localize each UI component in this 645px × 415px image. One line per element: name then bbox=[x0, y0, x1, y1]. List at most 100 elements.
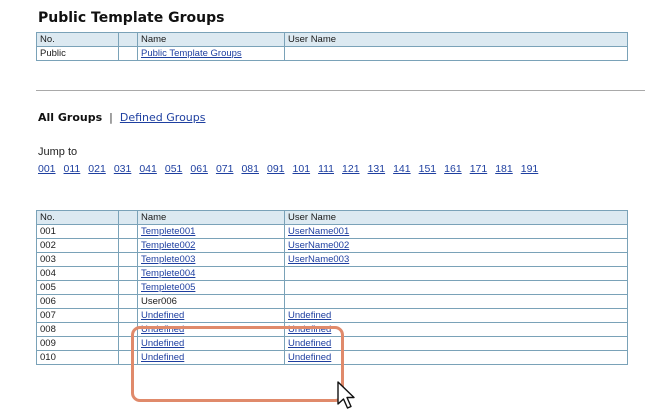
cell-blank bbox=[118, 46, 138, 61]
cell-no: Public bbox=[36, 46, 119, 61]
cell-name: Templete001 bbox=[137, 224, 285, 239]
jump-link[interactable]: 041 bbox=[139, 163, 157, 175]
cell-blank bbox=[118, 266, 138, 281]
jump-link[interactable]: 061 bbox=[190, 163, 208, 175]
group-name-link[interactable]: Undefined bbox=[141, 324, 184, 335]
cell-user: Undefined bbox=[284, 322, 628, 337]
table-header-row: No. Name User Name bbox=[36, 210, 628, 225]
col-header-name: Name bbox=[137, 32, 285, 47]
table-row: 008 Undefined Undefined bbox=[36, 322, 628, 337]
jump-link[interactable]: 141 bbox=[393, 163, 411, 175]
tab-defined-groups[interactable]: Defined Groups bbox=[120, 111, 206, 124]
col-header-no: No. bbox=[36, 210, 119, 225]
table-row: 001 Templete001 UserName001 bbox=[36, 224, 628, 239]
cell-user bbox=[284, 280, 628, 295]
cell-blank bbox=[118, 294, 138, 309]
jump-links: 001 011 021 031 041 051 061 071 081 091 101 111 121 1… bbox=[38, 163, 546, 175]
jump-link[interactable]: 071 bbox=[216, 163, 234, 175]
cell-user: Undefined bbox=[284, 308, 628, 323]
table-row: 005 Templete005 bbox=[36, 280, 628, 295]
user-name-link[interactable]: UserName001 bbox=[288, 226, 349, 237]
tab-all-groups[interactable]: All Groups bbox=[38, 111, 102, 124]
cell-user: Undefined bbox=[284, 350, 628, 365]
user-name-link[interactable]: UserName003 bbox=[288, 254, 349, 265]
cell-blank bbox=[118, 252, 138, 267]
cell-name: Undefined bbox=[137, 336, 285, 351]
cell-name: Templete004 bbox=[137, 266, 285, 281]
jump-link[interactable]: 091 bbox=[267, 163, 285, 175]
cell-no: 010 bbox=[36, 350, 119, 365]
cell-blank bbox=[118, 350, 138, 365]
group-name-link[interactable]: Templete003 bbox=[141, 254, 195, 265]
jump-link[interactable]: 181 bbox=[495, 163, 513, 175]
user-name-link[interactable]: Undefined bbox=[288, 338, 331, 349]
cell-no: 004 bbox=[36, 266, 119, 281]
jump-link[interactable]: 081 bbox=[241, 163, 259, 175]
col-header-blank bbox=[118, 210, 138, 225]
cell-name: Templete002 bbox=[137, 238, 285, 253]
group-name-text: User006 bbox=[141, 295, 177, 307]
jump-link[interactable]: 161 bbox=[444, 163, 462, 175]
jump-link[interactable]: 051 bbox=[165, 163, 183, 175]
user-name-link[interactable]: Undefined bbox=[288, 310, 331, 321]
jump-link[interactable]: 151 bbox=[419, 163, 437, 175]
jump-link[interactable]: 121 bbox=[342, 163, 360, 175]
cell-name: Undefined bbox=[137, 308, 285, 323]
cell-name: Templete005 bbox=[137, 280, 285, 295]
jump-link[interactable]: 101 bbox=[293, 163, 311, 175]
table-row: 003 Templete003 UserName003 bbox=[36, 252, 628, 267]
col-header-name: Name bbox=[137, 210, 285, 225]
jump-link[interactable]: 021 bbox=[88, 163, 106, 175]
user-name-link[interactable]: Undefined bbox=[288, 352, 331, 363]
cell-no: 005 bbox=[36, 280, 119, 295]
group-name-link[interactable]: Templete004 bbox=[141, 268, 195, 279]
cell-no: 003 bbox=[36, 252, 119, 267]
user-name-link[interactable]: Undefined bbox=[288, 324, 331, 335]
group-name-link[interactable]: Templete001 bbox=[141, 226, 195, 237]
table-row: Public Public Template Groups bbox=[36, 46, 628, 61]
cell-user: UserName003 bbox=[284, 252, 628, 267]
public-groups-table: No. Name User Name Public Public Templat… bbox=[36, 32, 628, 61]
col-header-user: User Name bbox=[284, 210, 628, 225]
cell-no: 009 bbox=[36, 336, 119, 351]
cell-no: 008 bbox=[36, 322, 119, 337]
table-row: 007 Undefined Undefined bbox=[36, 308, 628, 323]
cell-user bbox=[284, 294, 628, 309]
cell-blank bbox=[118, 336, 138, 351]
table-row: 006 User006 bbox=[36, 294, 628, 309]
cell-name: Undefined bbox=[137, 322, 285, 337]
cell-user: Undefined bbox=[284, 336, 628, 351]
cell-name: Undefined bbox=[137, 350, 285, 365]
group-name-link[interactable]: Templete002 bbox=[141, 240, 195, 251]
cell-blank bbox=[118, 308, 138, 323]
cell-blank bbox=[118, 322, 138, 337]
cell-user bbox=[284, 266, 628, 281]
cell-no: 002 bbox=[36, 238, 119, 253]
jump-link[interactable]: 111 bbox=[318, 163, 334, 175]
jump-link[interactable]: 191 bbox=[521, 163, 539, 175]
tab-separator: | bbox=[109, 111, 113, 124]
jump-link[interactable]: 031 bbox=[114, 163, 132, 175]
group-name-link[interactable]: Undefined bbox=[141, 338, 184, 349]
cell-user bbox=[284, 46, 628, 61]
cell-no: 006 bbox=[36, 294, 119, 309]
cell-blank bbox=[118, 224, 138, 239]
user-name-link[interactable]: UserName002 bbox=[288, 240, 349, 251]
group-name-link[interactable]: Undefined bbox=[141, 352, 184, 363]
cell-blank bbox=[118, 238, 138, 253]
table-row: 004 Templete004 bbox=[36, 266, 628, 281]
jump-link[interactable]: 171 bbox=[470, 163, 488, 175]
jump-to-label: Jump to bbox=[38, 146, 78, 158]
col-header-no: No. bbox=[36, 32, 119, 47]
public-template-groups-link[interactable]: Public Template Groups bbox=[141, 48, 242, 59]
arrow-cursor-icon bbox=[336, 380, 358, 415]
section-divider bbox=[36, 90, 645, 91]
jump-link[interactable]: 011 bbox=[64, 163, 81, 175]
jump-link[interactable]: 001 bbox=[38, 163, 56, 175]
jump-link[interactable]: 131 bbox=[368, 163, 386, 175]
col-header-blank bbox=[118, 32, 138, 47]
group-name-link[interactable]: Undefined bbox=[141, 310, 184, 321]
group-name-link[interactable]: Templete005 bbox=[141, 282, 195, 293]
table-header-row: No. Name User Name bbox=[36, 32, 628, 47]
page-title: Public Template Groups bbox=[38, 10, 225, 26]
